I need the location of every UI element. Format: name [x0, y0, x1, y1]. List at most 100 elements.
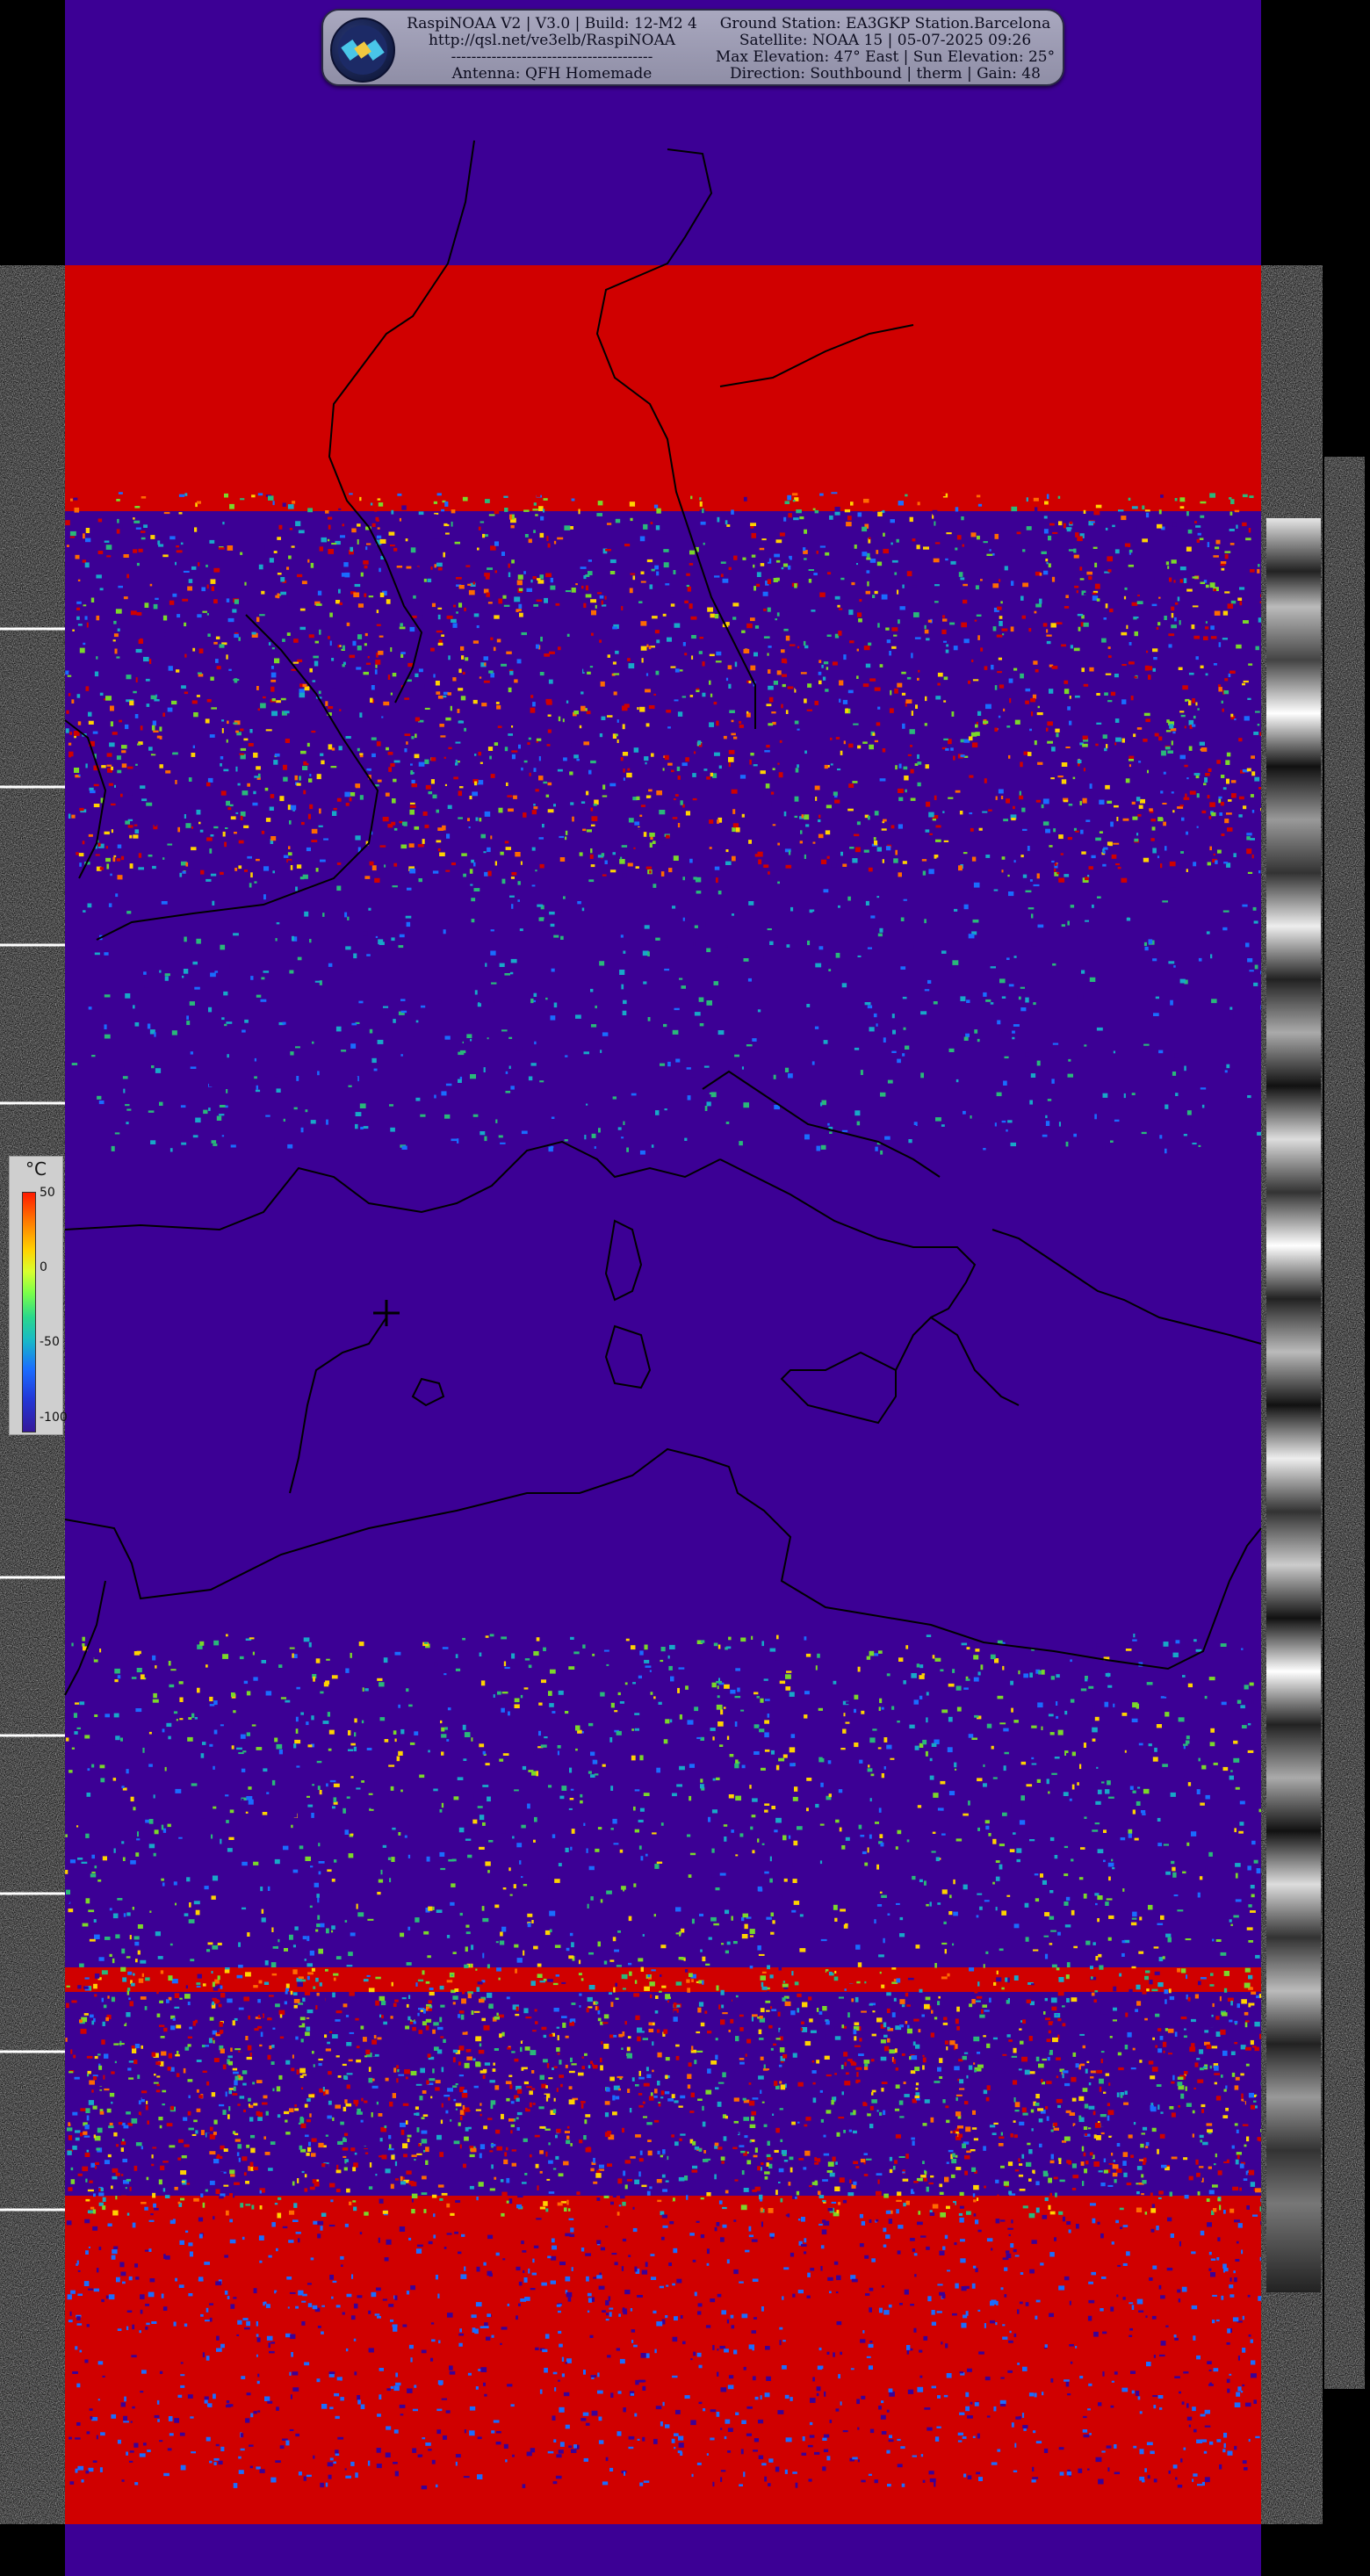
- speckle: [612, 1096, 616, 1100]
- speckle: [210, 873, 217, 877]
- speckle: [785, 1674, 791, 1679]
- speckle: [1103, 850, 1106, 854]
- speckle: [130, 1860, 136, 1865]
- speckle: [575, 583, 578, 586]
- speckle: [312, 1041, 314, 1044]
- speckle: [242, 1861, 248, 1866]
- speckle: [990, 966, 996, 969]
- speckle: [243, 1680, 249, 1685]
- speckle: [394, 1651, 401, 1656]
- speckle: [508, 733, 513, 736]
- speckle: [857, 955, 862, 957]
- speckle: [129, 863, 133, 869]
- speckle: [229, 804, 234, 807]
- speckle: [135, 763, 138, 766]
- speckle: [645, 723, 650, 727]
- speckle: [655, 1740, 661, 1743]
- speckle: [218, 684, 224, 689]
- speckle: [761, 1641, 764, 1647]
- speckle: [1022, 2205, 1028, 2209]
- speckle: [314, 660, 319, 667]
- speckle: [144, 603, 149, 608]
- speckle: [194, 986, 200, 990]
- speckle: [1128, 1833, 1132, 1838]
- speckle: [1121, 699, 1127, 704]
- speckle: [460, 696, 466, 701]
- speckle: [781, 649, 785, 653]
- speckle: [388, 531, 395, 536]
- speckle: [584, 1135, 587, 1140]
- speckle: [511, 872, 517, 876]
- speckle: [197, 614, 202, 618]
- speckle: [1025, 997, 1029, 1003]
- speckle: [328, 524, 331, 530]
- speckle: [84, 616, 88, 620]
- speckle: [579, 852, 583, 856]
- speckle: [847, 896, 851, 901]
- speckle: [471, 919, 475, 923]
- speckle: [983, 720, 989, 724]
- speckle: [1051, 1772, 1057, 1775]
- speckle: [535, 514, 538, 516]
- speckle: [338, 820, 341, 823]
- speckle: [1078, 626, 1081, 631]
- speckle: [306, 742, 310, 747]
- speckle: [793, 1901, 800, 1905]
- speckle: [1054, 1855, 1058, 1859]
- speckle: [559, 1795, 565, 1800]
- speckle: [768, 646, 772, 648]
- speckle: [362, 931, 368, 936]
- speckle: [639, 1808, 645, 1812]
- speckle: [1178, 667, 1183, 670]
- speckle: [1069, 720, 1072, 725]
- speckle: [591, 1024, 597, 1028]
- speckle: [527, 1765, 533, 1768]
- speckle: [179, 1697, 184, 1702]
- speckle: [271, 1927, 274, 1932]
- speckle: [717, 1030, 725, 1035]
- speckle: [161, 1878, 164, 1881]
- speckle: [883, 1766, 886, 1770]
- speckle: [79, 862, 82, 867]
- speckle: [71, 1747, 75, 1750]
- speckle: [109, 1953, 112, 1957]
- speckle: [210, 676, 214, 681]
- speckle: [508, 563, 510, 568]
- speckle: [121, 750, 126, 754]
- speckle: [234, 678, 238, 683]
- speckle: [260, 999, 267, 1002]
- speckle: [1216, 502, 1220, 509]
- speckle: [231, 1745, 234, 1750]
- speckle: [720, 574, 724, 577]
- speckle: [942, 657, 947, 660]
- speckle: [404, 697, 409, 700]
- speckle: [150, 695, 157, 700]
- speckle: [430, 566, 433, 570]
- speckle: [1233, 1757, 1240, 1763]
- speckle: [878, 1808, 882, 1813]
- speckle: [532, 509, 538, 511]
- speckle: [1121, 516, 1127, 521]
- speckle: [770, 1750, 775, 1755]
- speckle: [502, 1887, 507, 1890]
- speckle: [558, 646, 561, 651]
- speckle: [898, 788, 904, 793]
- speckle: [674, 1007, 680, 1011]
- speckle: [162, 554, 169, 558]
- speckle: [189, 1902, 191, 1908]
- speckle: [548, 679, 553, 684]
- speckle: [1188, 700, 1192, 706]
- speckle: [352, 787, 356, 791]
- speckle: [938, 991, 941, 993]
- speckle: [133, 549, 138, 553]
- speckle: [586, 1103, 588, 1106]
- speckle: [769, 1878, 773, 1883]
- speckle: [245, 837, 250, 842]
- speckle: [834, 799, 840, 804]
- speckle: [1194, 521, 1197, 523]
- speckle: [424, 1642, 429, 1644]
- speckle: [935, 839, 941, 842]
- speckle: [1088, 1685, 1094, 1689]
- speckle: [230, 816, 236, 820]
- speckle: [552, 1711, 556, 1714]
